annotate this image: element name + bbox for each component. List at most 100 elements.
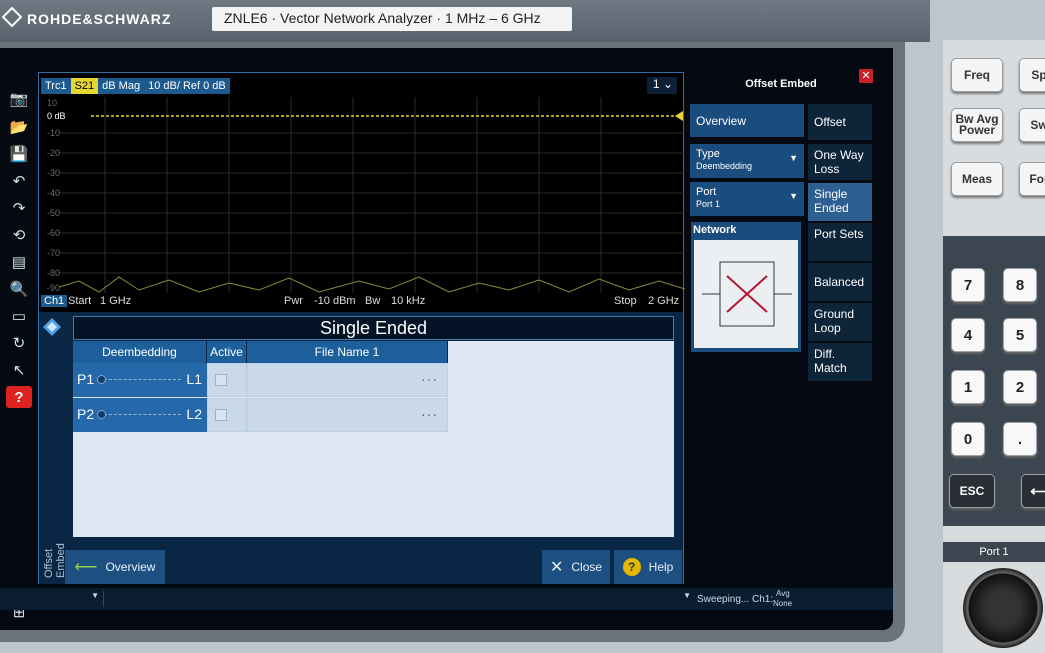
trace-param[interactable]: S21 bbox=[70, 78, 99, 94]
link-label: L2 bbox=[186, 406, 202, 422]
chevron-down-icon: ▼ bbox=[91, 591, 99, 600]
softkey-single-ended[interactable]: Single Ended bbox=[808, 183, 872, 221]
softkey-header: Offset Embed bbox=[745, 78, 817, 90]
sweep-key[interactable]: Sw bbox=[1019, 108, 1045, 142]
bw-value[interactable]: 10 kHz bbox=[391, 295, 425, 307]
y-tick: -80 bbox=[47, 268, 61, 278]
active-cell[interactable] bbox=[207, 398, 247, 432]
softkey-balanced[interactable]: Balanced bbox=[808, 263, 872, 301]
pointer-help-icon[interactable]: ↖ bbox=[6, 359, 32, 381]
redo-icon[interactable]: ↷ bbox=[6, 197, 32, 219]
active-checkbox[interactable] bbox=[215, 409, 227, 421]
y-tick: -70 bbox=[47, 248, 61, 258]
trace-plot bbox=[59, 97, 685, 293]
power-value[interactable]: -10 dBm bbox=[314, 295, 356, 307]
open-folder-icon[interactable]: 📂 bbox=[6, 116, 32, 138]
stop-value[interactable]: 2 GHz bbox=[648, 295, 679, 307]
close-icon: ✕ bbox=[549, 559, 564, 576]
rs-logo-icon bbox=[2, 7, 22, 27]
start-value[interactable]: 1 GHz bbox=[100, 295, 131, 307]
trace-scale[interactable]: 10 dB/ Ref 0 dB bbox=[144, 78, 230, 94]
dialog-title: Single Ended bbox=[73, 316, 674, 340]
trace-format[interactable]: dB Mag bbox=[98, 78, 145, 94]
undo-icon[interactable]: ↶ bbox=[6, 170, 32, 192]
softkey-diff-match[interactable]: Diff. Match bbox=[808, 343, 872, 381]
network-box[interactable]: Network bbox=[691, 222, 801, 352]
bw-avg-power-key[interactable]: Bw Avg Power bbox=[951, 108, 1003, 142]
overview-button-label: Overview bbox=[105, 560, 156, 574]
key-7[interactable]: 7 bbox=[951, 268, 985, 302]
freq-key[interactable]: Freq bbox=[951, 58, 1003, 92]
overview-button[interactable]: ⟵ Overview bbox=[65, 550, 165, 584]
type-value: Deembedding bbox=[696, 161, 753, 171]
left-toolbar: 📷 📂 💾 ↶ ↷ ⟲ ▤ 🔍 ▭ ↻ ↖ ? ⊞ bbox=[6, 88, 34, 638]
type-dropdown[interactable]: Type Deembedding ▼ bbox=[690, 144, 804, 178]
store-icon[interactable]: ▤ bbox=[6, 251, 32, 273]
recall-icon[interactable]: ⟲ bbox=[6, 224, 32, 246]
table-row[interactable]: P2 L2 bbox=[73, 398, 207, 432]
link-line bbox=[99, 414, 181, 415]
port-dropdown[interactable]: Port Port 1 ▼ bbox=[690, 182, 804, 216]
softkey-port-sets[interactable]: Port Sets bbox=[808, 223, 872, 261]
rs-diamond-icon bbox=[43, 318, 61, 336]
key-5[interactable]: 5 bbox=[1003, 318, 1037, 352]
status-channel: Ch1: bbox=[752, 594, 774, 605]
column-header: Active bbox=[207, 341, 247, 363]
meas-key[interactable]: Meas bbox=[951, 162, 1003, 196]
file-name-cell[interactable]: ··· bbox=[247, 398, 448, 432]
key-8[interactable]: 8 bbox=[1003, 268, 1037, 302]
key-2[interactable]: 2 bbox=[1003, 370, 1037, 404]
channel-label[interactable]: Ch1 bbox=[41, 295, 68, 307]
key-dot[interactable]: . bbox=[1003, 422, 1037, 456]
active-cell[interactable] bbox=[207, 363, 247, 397]
browse-file-button[interactable]: ··· bbox=[421, 406, 438, 422]
status-field-main[interactable]: ▼ bbox=[108, 591, 693, 607]
brand-name: ROHDE&SCHWARZ bbox=[27, 11, 172, 27]
network-label: Network bbox=[693, 224, 737, 236]
y-tick: -40 bbox=[47, 188, 61, 198]
column-header: Deembedding bbox=[73, 341, 207, 363]
span-key[interactable]: Sp bbox=[1019, 58, 1045, 92]
softkey-one-way-loss[interactable]: One Way Loss bbox=[808, 144, 872, 180]
y-tick: -20 bbox=[47, 148, 61, 158]
table-row[interactable]: P1 L1 bbox=[73, 363, 207, 397]
softkey-offset[interactable]: Offset bbox=[808, 104, 872, 140]
backspace-key[interactable]: ⟵ bbox=[1021, 474, 1045, 508]
close-button[interactable]: ✕ Close bbox=[542, 550, 610, 584]
file-name-cell[interactable]: ··· bbox=[247, 363, 448, 397]
browse-file-button[interactable]: ··· bbox=[421, 371, 438, 387]
channel-info-bar: Ch1 Start 1 GHz Pwr -10 dBm Bw 10 kHz St… bbox=[39, 294, 683, 311]
help-icon[interactable]: ? bbox=[6, 386, 32, 408]
column-header: File Name 1 bbox=[247, 341, 448, 363]
save-icon[interactable]: 💾 bbox=[6, 143, 32, 165]
chevron-down-icon: ▼ bbox=[683, 591, 691, 600]
help-button[interactable]: ? Help bbox=[614, 550, 682, 584]
bw-label: Bw bbox=[365, 295, 381, 307]
avg-value: None bbox=[773, 599, 793, 608]
link-label: L1 bbox=[186, 371, 202, 387]
esc-key[interactable]: ESC bbox=[949, 474, 995, 508]
dialog-vertical-title: Offset Embed bbox=[43, 543, 67, 578]
key-0[interactable]: 0 bbox=[951, 422, 985, 456]
y-tick: 10 bbox=[47, 98, 58, 108]
channel-select-value: 1 bbox=[652, 77, 660, 91]
format-key[interactable]: For bbox=[1019, 162, 1045, 196]
help-circle-icon: ? bbox=[622, 558, 641, 576]
status-field-left[interactable]: ▼ bbox=[0, 591, 104, 607]
softkey-ground-loop[interactable]: Ground Loop bbox=[808, 303, 872, 341]
channel-select[interactable]: 1 ⌄ bbox=[647, 77, 677, 94]
key-1[interactable]: 1 bbox=[951, 370, 985, 404]
dropdown-arrow-icon: ▼ bbox=[789, 153, 798, 163]
zoom-icon[interactable]: 🔍 bbox=[6, 278, 32, 300]
key-4[interactable]: 4 bbox=[951, 318, 985, 352]
trace-name[interactable]: Trc1 bbox=[41, 78, 71, 94]
port-label: Port bbox=[696, 186, 717, 198]
active-checkbox[interactable] bbox=[215, 374, 227, 386]
refresh-icon[interactable]: ↻ bbox=[6, 332, 32, 354]
camera-icon[interactable]: 📷 bbox=[6, 88, 32, 110]
softkey-overview[interactable]: Overview bbox=[690, 104, 804, 137]
display-icon[interactable]: ▭ bbox=[6, 305, 32, 327]
close-panel-icon[interactable]: ✕ bbox=[859, 69, 873, 83]
network-diagram-icon bbox=[694, 240, 798, 348]
port-value: Port 1 bbox=[696, 199, 721, 209]
